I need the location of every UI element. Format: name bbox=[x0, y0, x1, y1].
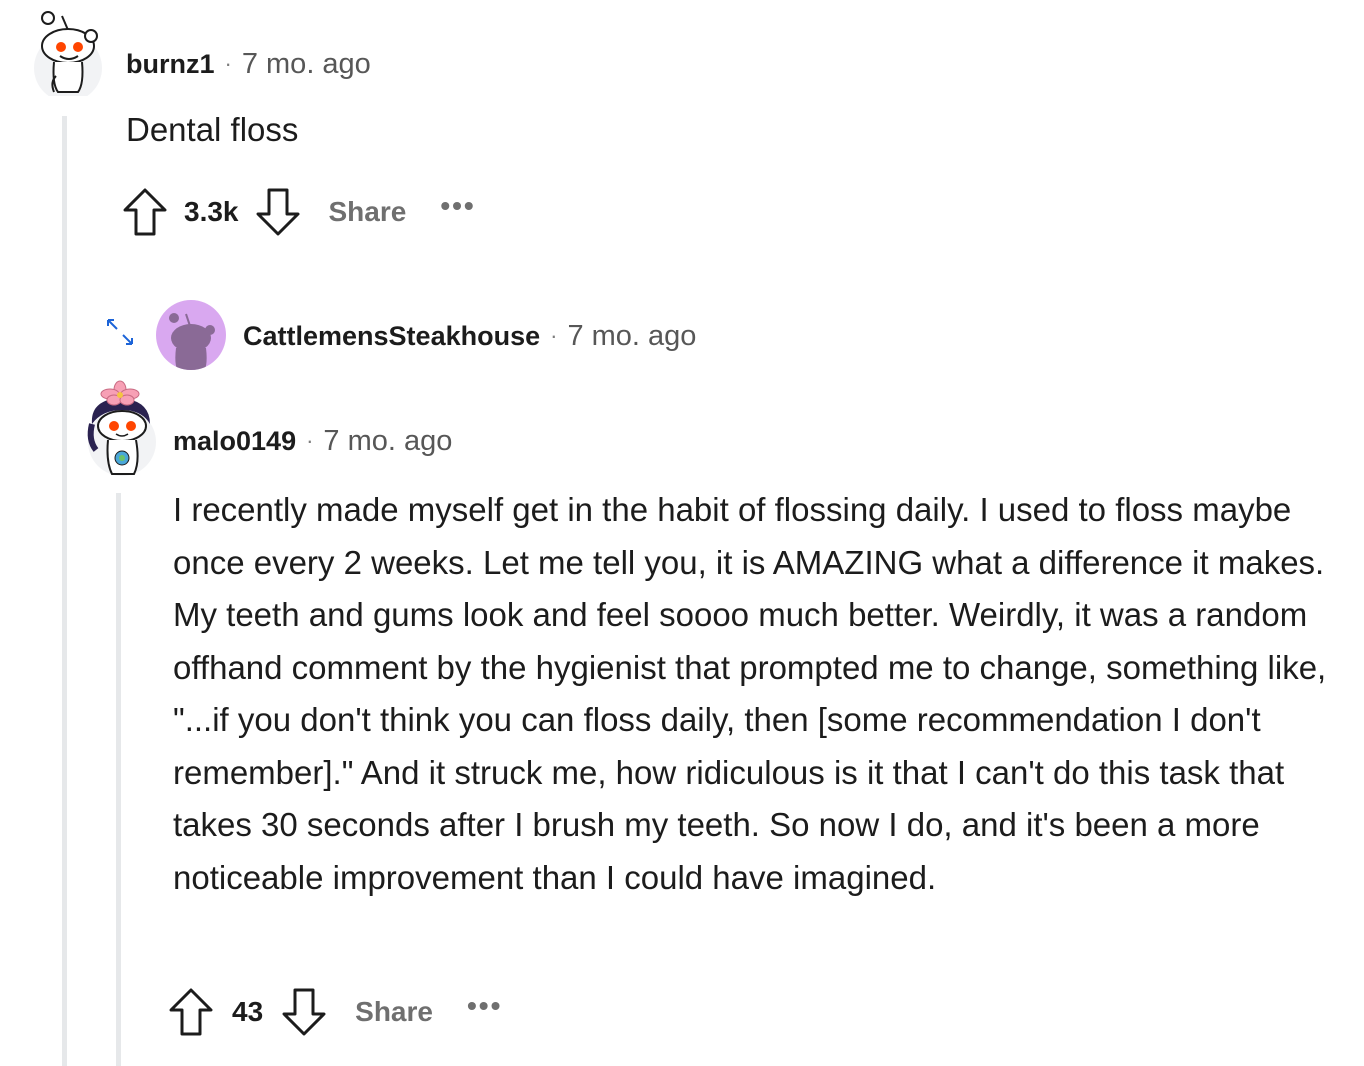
more-options-button[interactable]: ••• bbox=[467, 990, 502, 1022]
expand-arrows-icon bbox=[107, 319, 133, 345]
share-button[interactable]: Share bbox=[355, 996, 433, 1028]
default-snoo-avatar-icon bbox=[169, 313, 215, 370]
separator-dot: · bbox=[306, 428, 314, 453]
upvote-arrow-icon bbox=[123, 188, 167, 236]
snoo-avatar-with-flower-icon bbox=[87, 380, 156, 476]
avatar-malo0149[interactable] bbox=[82, 380, 162, 478]
action-bar-malo0149: 43 Share ••• bbox=[166, 986, 502, 1038]
upvote-button[interactable] bbox=[166, 987, 216, 1037]
separator-dot: · bbox=[224, 51, 232, 76]
downvote-arrow-icon bbox=[282, 988, 326, 1036]
comment-header-cattlemenssteakhouse: CattlemensSteakhouse · 7 mo. ago bbox=[243, 316, 696, 356]
username[interactable]: malo0149 bbox=[173, 426, 296, 457]
avatar-cattlemenssteakhouse[interactable] bbox=[156, 300, 226, 370]
downvote-button[interactable] bbox=[253, 187, 303, 237]
username[interactable]: burnz1 bbox=[126, 49, 215, 80]
upvote-button[interactable] bbox=[120, 187, 170, 237]
vote-count: 43 bbox=[232, 996, 264, 1027]
downvote-arrow-icon bbox=[256, 188, 299, 236]
username[interactable]: CattlemensSteakhouse bbox=[243, 321, 540, 352]
separator-dot: · bbox=[550, 323, 558, 348]
thread-line-malo0149[interactable] bbox=[116, 493, 121, 1066]
thread-line-burnz1[interactable] bbox=[62, 116, 67, 1066]
comment-body-burnz1: Dental floss bbox=[126, 111, 299, 148]
upvote-arrow-icon bbox=[169, 988, 213, 1036]
comment-body-malo0149: I recently made myself get in the habit … bbox=[173, 491, 1327, 896]
comment-header-malo0149: malo0149 · 7 mo. ago bbox=[173, 421, 452, 461]
action-bar-burnz1: 3.3k Share ••• bbox=[120, 186, 476, 238]
more-options-button[interactable]: ••• bbox=[440, 190, 475, 222]
downvote-button[interactable] bbox=[279, 987, 329, 1037]
timestamp[interactable]: 7 mo. ago bbox=[567, 320, 696, 353]
timestamp[interactable]: 7 mo. ago bbox=[242, 48, 371, 81]
timestamp[interactable]: 7 mo. ago bbox=[323, 425, 452, 458]
expand-comment-button[interactable] bbox=[104, 316, 136, 348]
vote-count: 3.3k bbox=[184, 196, 239, 227]
snoo-avatar-icon bbox=[34, 11, 102, 102]
comment-header-burnz1: burnz1 · 7 mo. ago bbox=[126, 44, 371, 84]
share-button[interactable]: Share bbox=[329, 196, 407, 228]
avatar-burnz1[interactable] bbox=[28, 6, 106, 102]
